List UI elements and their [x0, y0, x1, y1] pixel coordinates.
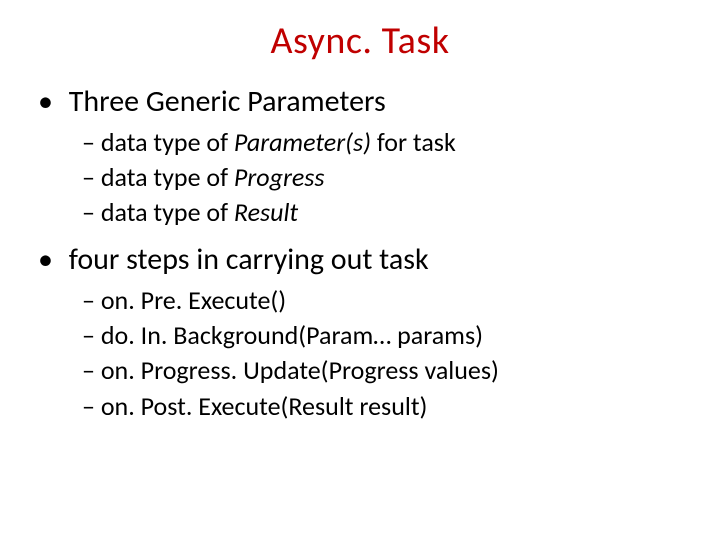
bullet-generic-params: Three Generic Parameters	[38, 82, 690, 121]
sub-item-doinbackground: do. In. Background(Param… params)	[82, 318, 690, 353]
text-em: Parameter(s)	[234, 126, 371, 158]
sub-block-params: data type of Parameter(s) for task data …	[82, 125, 690, 230]
text-prefix: data type of	[101, 126, 234, 158]
bullet-l1-text: four steps in carrying out task	[69, 241, 429, 278]
sub-item-progressupdate: on. Progress. Update(Progress values)	[82, 353, 690, 388]
bullet-four-steps: four steps in carrying out task	[38, 240, 690, 279]
text-suffix: for task	[371, 126, 456, 158]
sub-block-steps: on. Pre. Execute() do. In. Background(Pa…	[82, 283, 690, 423]
text-prefix: on. Post. Execute(Result result)	[101, 390, 428, 422]
sub-item-progress: data type of Progress	[82, 160, 690, 195]
text-prefix: data type of	[101, 161, 234, 193]
text-prefix: on. Pre. Execute()	[101, 284, 286, 316]
sub-item-parameter: data type of Parameter(s) for task	[82, 125, 690, 160]
text-em: Result	[234, 196, 298, 228]
sub-item-result: data type of Result	[82, 195, 690, 230]
bullet-l1-text: Three Generic Parameters	[69, 83, 386, 120]
text-prefix: on. Progress. Update(Progress values)	[101, 354, 499, 386]
sub-item-postexecute: on. Post. Execute(Result result)	[82, 389, 690, 424]
text-em: Progress	[234, 161, 325, 193]
text-prefix: do. In. Background(Param… params)	[101, 319, 483, 351]
text-prefix: data type of	[101, 196, 234, 228]
slide-title: Async. Task	[30, 18, 690, 64]
sub-item-preexecute: on. Pre. Execute()	[82, 283, 690, 318]
